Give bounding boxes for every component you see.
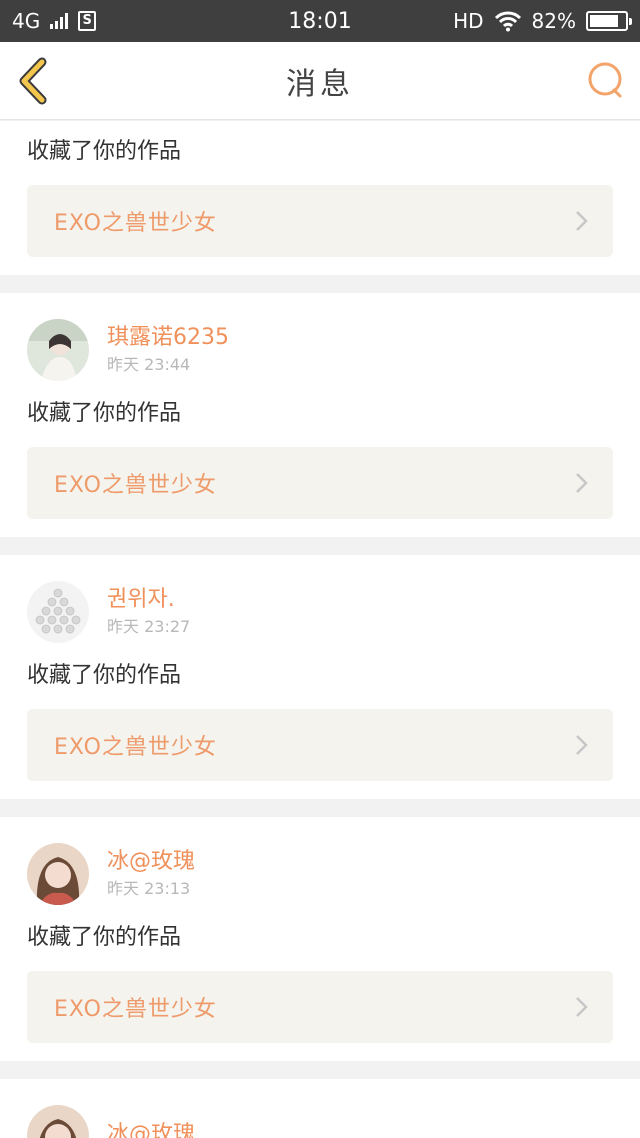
chevron-right-icon <box>576 735 588 755</box>
username[interactable]: 琪露诺6235 <box>107 324 229 352</box>
wifi-icon <box>494 11 521 32</box>
message-card: 琪露诺6235 昨天 23:44 收藏了你的作品 EXO之兽世少女 <box>0 293 640 537</box>
status-left: 4G S <box>12 9 97 33</box>
message-meta: 琪露诺6235 昨天 23:44 <box>107 324 229 376</box>
work-title: EXO之兽世少女 <box>54 211 217 236</box>
status-right: HD 82% <box>453 9 632 33</box>
battery-percent: 82% <box>531 9 576 33</box>
work-link[interactable]: EXO之兽世少女 <box>27 709 613 781</box>
network-type: 4G <box>12 9 41 33</box>
avatar[interactable] <box>27 319 89 381</box>
back-button[interactable] <box>14 56 58 106</box>
avatar[interactable] <box>27 581 89 643</box>
username[interactable]: 冰@玫瑰 <box>107 1121 195 1138</box>
hd-indicator: HD <box>453 9 484 33</box>
avatar-image <box>27 319 89 381</box>
search-button[interactable] <box>586 60 626 100</box>
avatar-image <box>27 1105 89 1138</box>
chevron-left-icon <box>19 57 47 105</box>
signal-icon <box>50 13 69 29</box>
timestamp: 昨天 23:13 <box>107 879 191 898</box>
work-link[interactable]: EXO之兽世少女 <box>27 971 613 1043</box>
chevron-right-icon <box>576 211 588 231</box>
avatar-image <box>27 581 89 643</box>
battery-fill <box>590 15 618 27</box>
timestamp: 昨天 23:44 <box>107 355 191 374</box>
search-icon <box>588 62 622 98</box>
avatar[interactable] <box>27 1105 89 1138</box>
message-action-text: 收藏了你的作品 <box>27 401 182 426</box>
message-header: 권위자. 昨天 23:27 <box>27 555 613 643</box>
status-bar: 4G S 18:01 HD 82% <box>0 0 640 42</box>
battery-icon <box>586 11 632 31</box>
timestamp: 昨天 23:27 <box>107 617 191 636</box>
message-meta: 冰@玫瑰 昨天 23:13 <box>107 848 195 900</box>
message-list: 收藏了你的作品 EXO之兽世少女 琪露诺6235 昨天 23:44 收藏了你的作… <box>0 121 640 1138</box>
work-title: EXO之兽世少女 <box>54 735 217 760</box>
message-header: 琪露诺6235 昨天 23:44 <box>27 293 613 381</box>
message-card: 收藏了你的作品 EXO之兽世少女 <box>0 121 640 275</box>
nav-header: 消息 <box>0 42 640 120</box>
page-title: 消息 <box>286 66 354 102</box>
message-card: 冰@玫瑰 <box>0 1079 640 1138</box>
work-link[interactable]: EXO之兽世少女 <box>27 447 613 519</box>
username[interactable]: 권위자. <box>107 586 190 614</box>
message-meta: 冰@玫瑰 <box>107 1121 195 1138</box>
avatar-image <box>27 843 89 905</box>
work-title: EXO之兽世少女 <box>54 473 217 498</box>
message-action-text: 收藏了你的作品 <box>27 925 182 950</box>
message-header: 冰@玫瑰 昨天 23:13 <box>27 817 613 905</box>
work-title: EXO之兽世少女 <box>54 997 217 1022</box>
work-link[interactable]: EXO之兽世少女 <box>27 185 613 257</box>
chevron-right-icon <box>576 473 588 493</box>
chevron-right-icon <box>576 997 588 1017</box>
message-action-text: 收藏了你的作品 <box>27 139 182 164</box>
avatar[interactable] <box>27 843 89 905</box>
message-action-text: 收藏了你的作品 <box>27 663 182 688</box>
username[interactable]: 冰@玫瑰 <box>107 848 195 876</box>
message-card: 冰@玫瑰 昨天 23:13 收藏了你的作品 EXO之兽世少女 <box>0 817 640 1061</box>
message-card: 권위자. 昨天 23:27 收藏了你的作品 EXO之兽世少女 <box>0 555 640 799</box>
sim-icon: S <box>78 11 97 31</box>
message-meta: 권위자. 昨天 23:27 <box>107 586 190 638</box>
message-header: 冰@玫瑰 <box>27 1079 613 1138</box>
